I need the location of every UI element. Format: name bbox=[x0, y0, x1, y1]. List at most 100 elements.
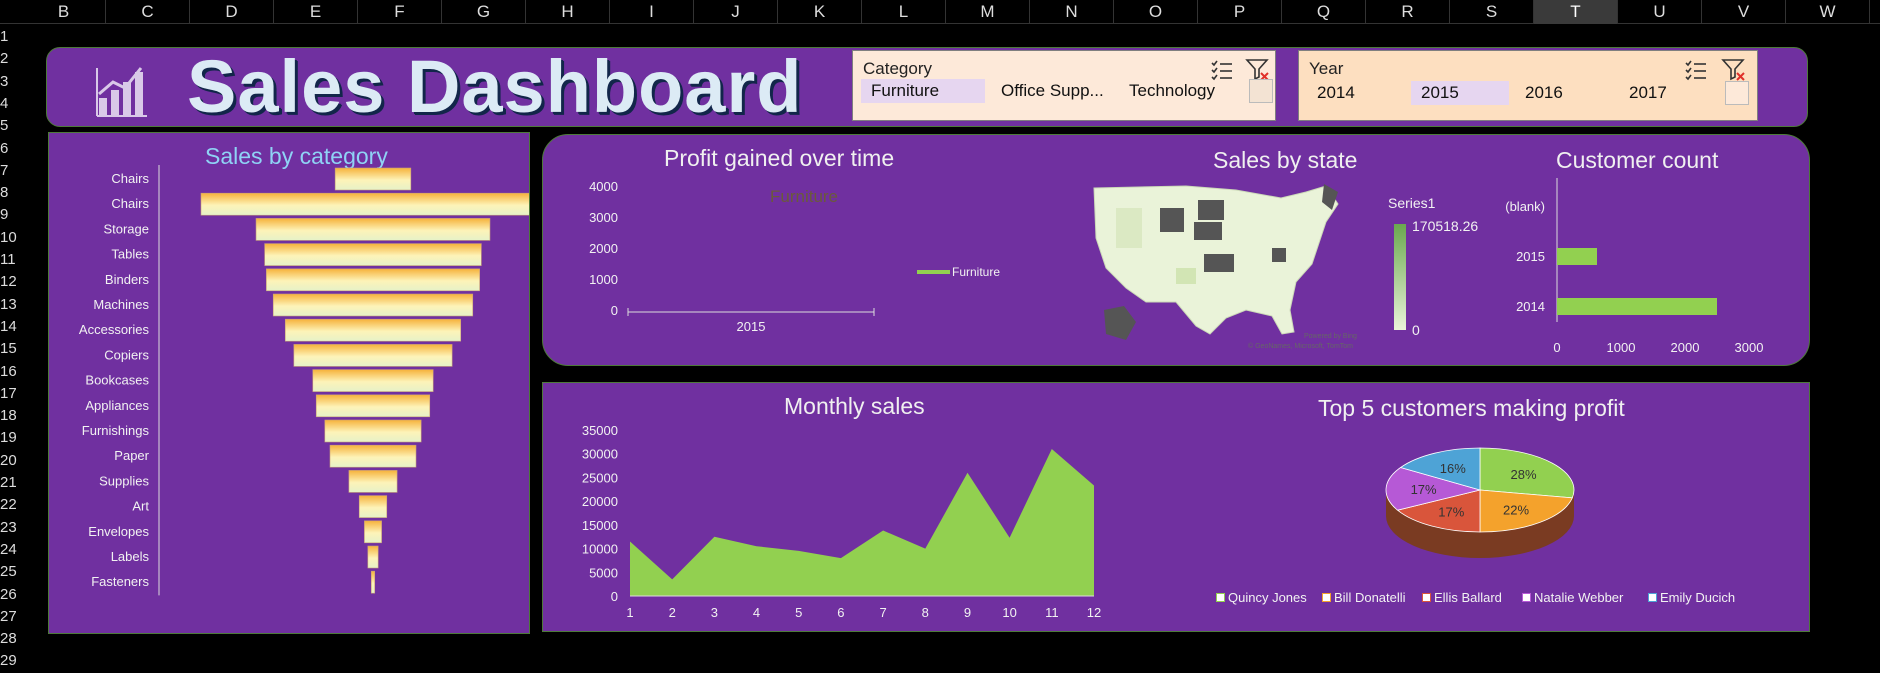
multi-select-icon[interactable] bbox=[1683, 57, 1709, 83]
x-tick-label: 5 bbox=[795, 605, 802, 620]
customer-category-label: (blank) bbox=[1505, 199, 1545, 214]
legend-swatch bbox=[1648, 593, 1657, 602]
legend-label: Quincy Jones bbox=[1228, 590, 1307, 605]
category-bar bbox=[293, 344, 453, 367]
row-header-22[interactable]: 22 bbox=[0, 492, 20, 517]
column-header-n[interactable]: N bbox=[1030, 0, 1114, 24]
y-tick-label: 25000 bbox=[582, 470, 618, 485]
year-item-2017[interactable]: 2017 bbox=[1619, 81, 1713, 105]
row-header-12[interactable]: 12 bbox=[0, 269, 20, 294]
column-header-q[interactable]: Q bbox=[1282, 0, 1366, 24]
legend-label: Natalie Webber bbox=[1534, 590, 1624, 605]
pie-value-label: 17% bbox=[1438, 505, 1464, 520]
column-header-bar: BCDEFGHIJKLMNOPQRSTUVW bbox=[0, 0, 1880, 24]
column-header-p[interactable]: P bbox=[1198, 0, 1282, 24]
category-bar bbox=[264, 243, 482, 266]
column-header-e[interactable]: E bbox=[274, 0, 358, 24]
year-item-2016[interactable]: 2016 bbox=[1515, 81, 1609, 105]
column-header-w[interactable]: W bbox=[1786, 0, 1870, 24]
row-header-11[interactable]: 11 bbox=[0, 247, 20, 272]
sales-by-state-title: Sales by state bbox=[1213, 147, 1358, 173]
y-tick-label: 5000 bbox=[589, 565, 618, 580]
category-label: Furnishings bbox=[82, 423, 150, 438]
category-label: Fasteners bbox=[91, 574, 149, 589]
column-header-r[interactable]: R bbox=[1366, 0, 1450, 24]
y-tick-label: 3000 bbox=[589, 210, 618, 225]
row-header-5[interactable]: 5 bbox=[0, 113, 20, 138]
column-header-d[interactable]: D bbox=[190, 0, 274, 24]
row-header-23[interactable]: 23 bbox=[0, 515, 20, 540]
row-header-8[interactable]: 8 bbox=[0, 180, 20, 205]
column-header-b[interactable]: B bbox=[22, 0, 106, 24]
row-header-16[interactable]: 16 bbox=[0, 359, 20, 384]
row-header-1[interactable]: 1 bbox=[0, 24, 20, 49]
category-label: Chairs bbox=[111, 171, 149, 186]
row-header-25[interactable]: 25 bbox=[0, 559, 20, 584]
row-header-4[interactable]: 4 bbox=[0, 91, 20, 116]
category-label: Bookcases bbox=[85, 373, 149, 388]
column-header-s[interactable]: S bbox=[1450, 0, 1534, 24]
category-bar bbox=[329, 444, 417, 468]
column-header-m[interactable]: M bbox=[946, 0, 1030, 24]
row-header-6[interactable]: 6 bbox=[0, 136, 20, 161]
row-header-9[interactable]: 9 bbox=[0, 202, 20, 227]
row-header-24[interactable]: 24 bbox=[0, 537, 20, 562]
column-header-v[interactable]: V bbox=[1702, 0, 1786, 24]
pie-value-label: 22% bbox=[1503, 502, 1529, 517]
slicer-scrollbar[interactable] bbox=[1249, 79, 1273, 103]
row-header-7[interactable]: 7 bbox=[0, 158, 20, 183]
category-label: Art bbox=[132, 499, 149, 514]
row-header-2[interactable]: 2 bbox=[0, 46, 20, 71]
y-tick-label: 35000 bbox=[582, 423, 618, 438]
monthly-sales-chart: 350003000025000200001500010000500001 2 3 4 5… bbox=[582, 423, 1101, 620]
column-header-j[interactable]: J bbox=[694, 0, 778, 24]
year-item-2014[interactable]: 2014 bbox=[1307, 81, 1401, 105]
row-header-28[interactable]: 28 bbox=[0, 626, 20, 651]
column-header-g[interactable]: G bbox=[442, 0, 526, 24]
x-tick-label: 2015 bbox=[737, 319, 766, 334]
row-header-3[interactable]: 3 bbox=[0, 69, 20, 94]
row-header-29[interactable]: 29 bbox=[0, 648, 20, 673]
customer-category-label: 2014 bbox=[1516, 299, 1545, 314]
pie-legend-item: Bill Donatelli bbox=[1322, 590, 1406, 605]
row-header-20[interactable]: 20 bbox=[0, 448, 20, 473]
column-header-k[interactable]: K bbox=[778, 0, 862, 24]
column-header-h[interactable]: H bbox=[526, 0, 610, 24]
top-customers-pie-chart: 28%22%17%17%16% bbox=[1385, 447, 1575, 558]
row-header-13[interactable]: 13 bbox=[0, 292, 20, 317]
row-header-10[interactable]: 10 bbox=[0, 225, 20, 250]
category-label: Tables bbox=[111, 247, 149, 262]
row-header-18[interactable]: 18 bbox=[0, 403, 20, 428]
column-header-t[interactable]: T bbox=[1534, 0, 1618, 24]
pie-value-label: 28% bbox=[1510, 467, 1536, 482]
row-header-14[interactable]: 14 bbox=[0, 314, 20, 339]
row-header-15[interactable]: 15 bbox=[0, 336, 20, 361]
category-item-furniture[interactable]: Furniture bbox=[861, 79, 985, 103]
clear-filter-icon[interactable] bbox=[1721, 57, 1747, 83]
row-header-19[interactable]: 19 bbox=[0, 425, 20, 450]
column-header-l[interactable]: L bbox=[862, 0, 946, 24]
pie-legend-item: Quincy Jones bbox=[1216, 590, 1307, 605]
x-tick-label: 2 bbox=[669, 605, 676, 620]
row-header-21[interactable]: 21 bbox=[0, 470, 20, 495]
column-header-o[interactable]: O bbox=[1114, 0, 1198, 24]
series-title: Furniture bbox=[770, 187, 838, 206]
us-map: Powered by Bing © GeoNames, Microsoft, T… bbox=[1093, 184, 1357, 350]
category-item-technology[interactable]: Technology bbox=[1119, 79, 1243, 103]
row-header-17[interactable]: 17 bbox=[0, 381, 20, 406]
category-bar bbox=[334, 167, 412, 191]
profit-over-time-title: Profit gained over time bbox=[664, 145, 895, 171]
year-item-2015[interactable]: 2015 bbox=[1411, 81, 1509, 105]
column-header-i[interactable]: I bbox=[610, 0, 694, 24]
column-header-u[interactable]: U bbox=[1618, 0, 1702, 24]
row-header-27[interactable]: 27 bbox=[0, 604, 20, 629]
category-item-office-supplies[interactable]: Office Supp... bbox=[991, 79, 1115, 103]
y-tick-label: 10000 bbox=[582, 542, 618, 557]
pie-legend-item: Natalie Webber bbox=[1522, 590, 1623, 605]
customer-count-chart: (blank) 2015 2014 0 1000 2000 3000 bbox=[1505, 178, 1763, 355]
column-header-c[interactable]: C bbox=[106, 0, 190, 24]
slicer-scrollbar[interactable] bbox=[1725, 81, 1749, 105]
row-header-26[interactable]: 26 bbox=[0, 582, 20, 607]
category-bar bbox=[348, 470, 398, 493]
column-header-f[interactable]: F bbox=[358, 0, 442, 24]
